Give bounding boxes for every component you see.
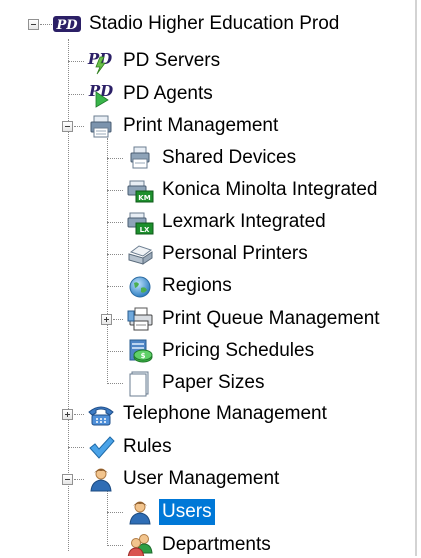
- tree-connector: [74, 126, 84, 127]
- paper-icon: [125, 369, 155, 397]
- tree-connector: [74, 479, 84, 480]
- pd-agents-icon: PD: [86, 80, 116, 108]
- tree-connector: [107, 545, 123, 546]
- tree-node-label: Print Management: [123, 115, 279, 136]
- tree-connector: [107, 190, 123, 191]
- tree-connector: [107, 286, 123, 287]
- tree-node-departments[interactable]: Departments: [125, 530, 274, 556]
- svg-text:PD: PD: [55, 18, 78, 33]
- tree-connector: [107, 222, 123, 223]
- tree-node-pd-agents[interactable]: PD PD Agents: [86, 79, 216, 109]
- tree-node-pd-servers[interactable]: PD PD Servers: [86, 46, 223, 76]
- user-icon: [86, 465, 116, 493]
- konica-printer-icon: KM: [125, 176, 155, 204]
- tree-node-label: Regions: [162, 275, 232, 296]
- tree-connector: [68, 61, 84, 62]
- collapse-user-management-toggle[interactable]: [62, 474, 73, 485]
- tree-node-label: Personal Printers: [162, 243, 308, 264]
- tree-node-telephone-management[interactable]: Telephone Management: [86, 399, 330, 429]
- tree-node-regions[interactable]: Regions: [125, 271, 235, 301]
- pd-logo-icon: PD: [52, 10, 82, 38]
- tree-node-label: Lexmark Integrated: [162, 211, 326, 232]
- tree-connector: [107, 512, 123, 513]
- tree-node-pricing-schedules[interactable]: $ Pricing Schedules: [125, 336, 317, 366]
- tree-node-label: Departments: [162, 534, 271, 555]
- tree-connector: [107, 138, 108, 384]
- tree-node-label: Paper Sizes: [162, 372, 265, 393]
- tree-node-label: Pricing Schedules: [162, 340, 315, 361]
- tree-connector: [68, 94, 84, 95]
- tree-node-users[interactable]: Users: [125, 497, 215, 527]
- print-management-icon: [86, 112, 116, 140]
- tree-node-print-queue[interactable]: Print Queue Management: [125, 304, 383, 334]
- tree-connector: [107, 491, 108, 546]
- svg-text:LX: LX: [140, 226, 150, 234]
- svg-text:KM: KM: [138, 194, 150, 202]
- checkmark-icon: [86, 433, 116, 461]
- tree-node-paper-sizes[interactable]: Paper Sizes: [125, 368, 267, 398]
- lexmark-printer-icon: LX: [125, 208, 155, 236]
- tree-panel: PD Stadio Higher Education Prod PD PD Se…: [0, 0, 417, 556]
- telephone-icon: [86, 400, 116, 428]
- tree-node-label: Print Queue Management: [162, 308, 380, 329]
- tree-connector: [107, 351, 123, 352]
- tree-connector: [107, 158, 123, 159]
- svg-text:$: $: [141, 352, 146, 360]
- expand-telephone-management-toggle[interactable]: [62, 409, 73, 420]
- tree-node-lexmark[interactable]: LX Lexmark Integrated: [125, 207, 329, 237]
- tree-node-label: PD Agents: [123, 83, 213, 104]
- navigation-tree: PD Stadio Higher Education Prod PD PD Se…: [0, 0, 415, 556]
- expand-print-queue-toggle[interactable]: [101, 314, 112, 325]
- tree-connector: [113, 319, 123, 320]
- tree-connector: [107, 254, 123, 255]
- tree-node-label: Stadio Higher Education Prod: [89, 13, 340, 34]
- shared-devices-icon: [125, 144, 155, 172]
- tree-node-root[interactable]: PD Stadio Higher Education Prod: [52, 9, 342, 39]
- tree-node-label: Telephone Management: [123, 403, 327, 424]
- group-icon: [125, 531, 155, 556]
- collapse-root-toggle[interactable]: [28, 19, 39, 30]
- tree-node-label: Konica Minolta Integrated: [162, 179, 378, 200]
- collapse-print-management-toggle[interactable]: [62, 121, 73, 132]
- personal-printer-icon: [125, 240, 155, 268]
- tree-node-print-management[interactable]: Print Management: [86, 111, 281, 141]
- tree-connector: [107, 383, 123, 384]
- print-queue-icon: [125, 305, 155, 333]
- tree-node-konica-minolta[interactable]: KM Konica Minolta Integrated: [125, 175, 380, 205]
- tree-connector: [74, 414, 84, 415]
- tree-node-user-management[interactable]: User Management: [86, 464, 282, 494]
- pricing-schedule-icon: $: [125, 337, 155, 365]
- tree-node-rules[interactable]: Rules: [86, 432, 175, 462]
- tree-node-personal-printers[interactable]: Personal Printers: [125, 239, 311, 269]
- tree-node-label: Rules: [123, 436, 172, 457]
- tree-connector: [68, 447, 84, 448]
- pd-servers-icon: PD: [86, 47, 116, 75]
- user-icon: [125, 498, 155, 526]
- tree-node-shared-devices[interactable]: Shared Devices: [125, 143, 299, 173]
- tree-node-label: Users: [159, 499, 215, 525]
- tree-node-label: PD Servers: [123, 50, 221, 71]
- globe-icon: [125, 272, 155, 300]
- tree-node-label: Shared Devices: [162, 147, 297, 168]
- tree-node-label: User Management: [123, 468, 280, 489]
